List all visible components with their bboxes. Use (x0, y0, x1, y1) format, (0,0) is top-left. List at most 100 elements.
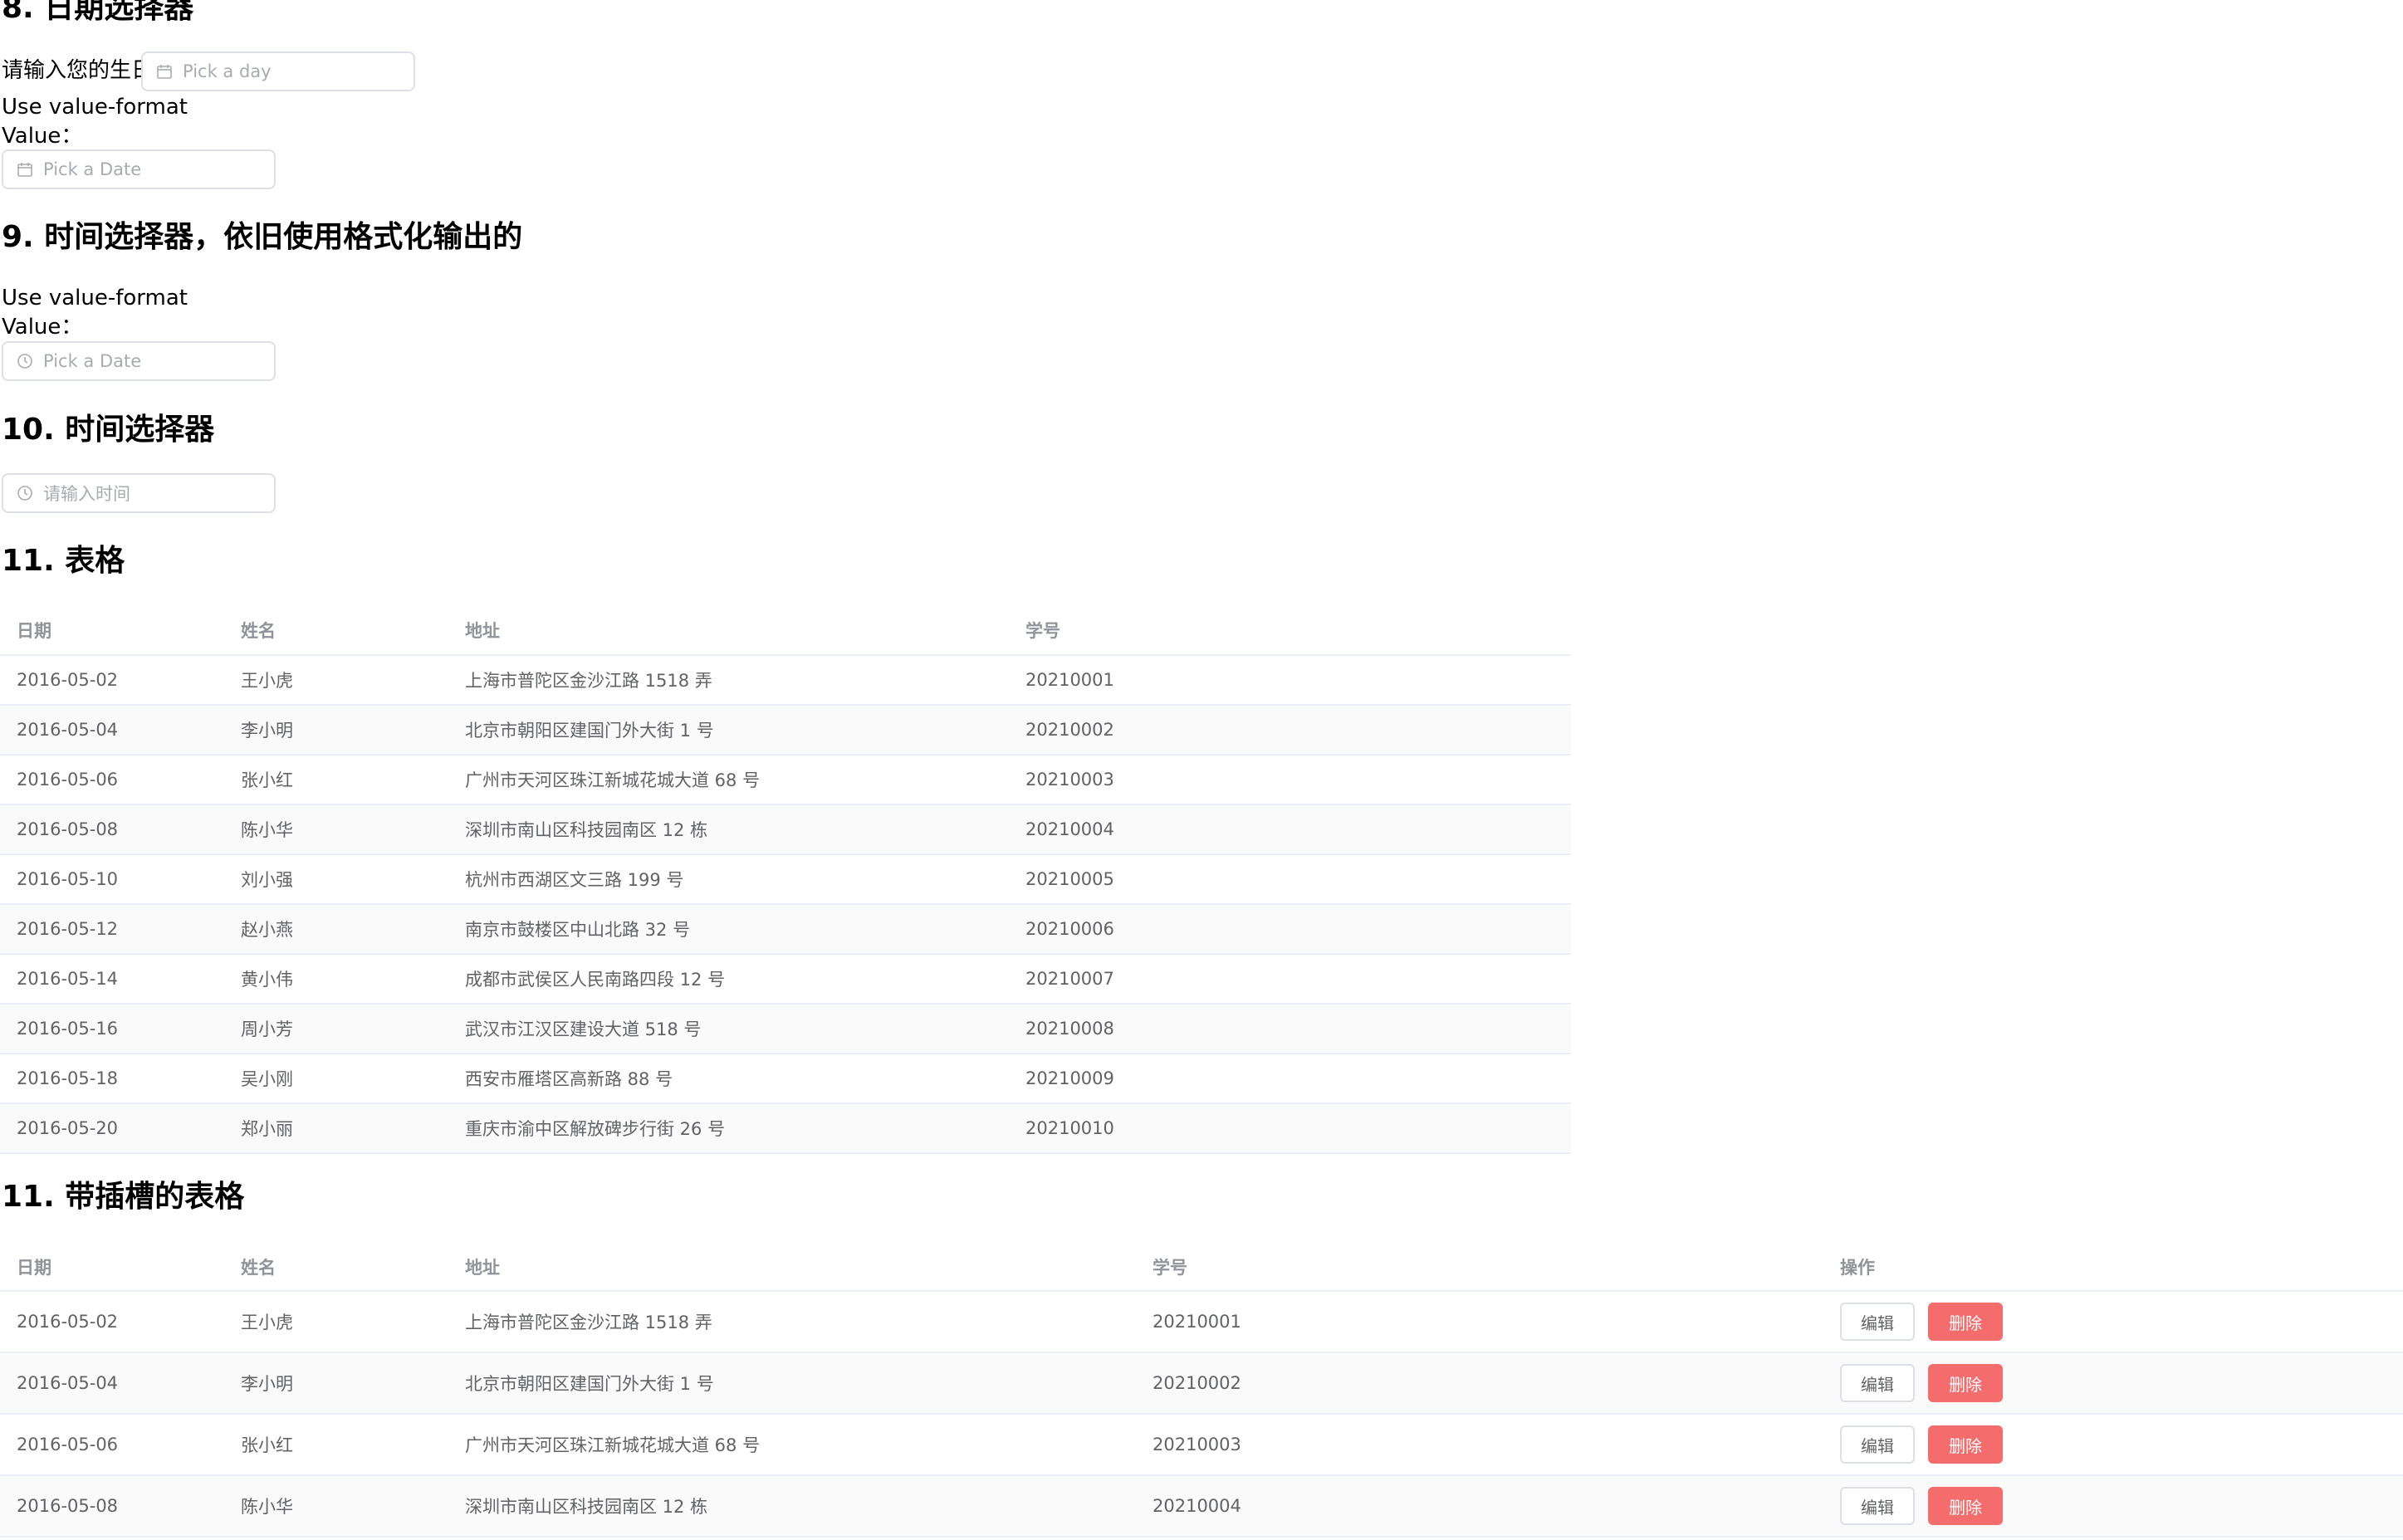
date-cell: 2016-05-06 (0, 1414, 224, 1476)
birthday-date-input[interactable]: Pick a day (141, 51, 415, 91)
date-input[interactable]: Pick a Date (2, 149, 276, 189)
actions-cell: 编辑 删除 (1823, 1352, 2403, 1415)
delete-button[interactable]: 删除 (1928, 1364, 2003, 1402)
formatted-time-placeholder: Pick a Date (43, 351, 142, 371)
address-cell: 南京市鼓楼区中山北路 32 号 (448, 904, 1009, 955)
birthday-placeholder: Pick a day (183, 61, 272, 81)
name-cell: 张小红 (224, 755, 448, 805)
student-id-cell: 20210002 (1009, 705, 1571, 755)
date-cell: 2016-05-04 (0, 1352, 224, 1415)
student-id-cell: 20210009 (1009, 1054, 1571, 1104)
clock-icon (17, 486, 32, 501)
address-cell: 杭州市西湖区文三路 199 号 (448, 854, 1009, 905)
edit-button[interactable]: 编辑 (1840, 1303, 1915, 1341)
address-cell: 深圳市南山区科技园南区 12 栋 (448, 1475, 1136, 1538)
address-cell: 深圳市南山区科技园南区 12 栋 (448, 804, 1009, 855)
address-cell: 北京市朝阳区建国门外大街 1 号 (448, 1352, 1136, 1415)
date-cell: 2016-05-06 (0, 755, 224, 805)
address-cell: 重庆市渝中区解放碑步行街 26 号 (448, 1103, 1009, 1154)
table-row: 2016-05-10 刘小强 杭州市西湖区文三路 199 号 20210005 (0, 854, 1571, 905)
section-9-title: 9. 时间选择器，依旧使用格式化输出的 (2, 220, 523, 254)
address-cell: 上海市普陀区金沙江路 1518 弄 (448, 1291, 1136, 1353)
table-header-row: 日期 姓名 地址 学号 操作 (0, 1244, 2403, 1292)
table-row: 2016-05-08 陈小华 深圳市南山区科技园南区 12 栋 20210004… (0, 1475, 2403, 1538)
table-header-row: 日期 姓名 地址 学号 (0, 606, 1571, 656)
name-cell: 李小明 (224, 705, 448, 755)
edit-button[interactable]: 编辑 (1840, 1487, 1915, 1525)
name-cell: 赵小燕 (224, 904, 448, 955)
address-cell: 武汉市江汉区建设大道 518 号 (448, 1004, 1009, 1054)
edit-button[interactable]: 编辑 (1840, 1425, 1915, 1464)
date-cell: 2016-05-08 (0, 1475, 224, 1538)
student-id-cell: 20210008 (1009, 1004, 1571, 1054)
time-input[interactable]: 请输入时间 (2, 473, 276, 513)
name-cell: 王小虎 (224, 655, 448, 706)
birthday-label: 请输入您的生日 (2, 58, 154, 83)
column-header: 日期 (0, 606, 224, 656)
date-cell: 2016-05-20 (0, 1103, 224, 1154)
date-placeholder: Pick a Date (43, 159, 142, 179)
value-format-label: Use value-format (2, 95, 188, 120)
column-header: 姓名 (224, 1244, 448, 1292)
time-placeholder: 请输入时间 (43, 484, 130, 504)
column-header: 学号 (1136, 1244, 1823, 1292)
date-cell: 2016-05-04 (0, 705, 224, 755)
column-header: 姓名 (224, 606, 448, 656)
clock-icon (17, 354, 32, 369)
name-cell: 周小芳 (224, 1004, 448, 1054)
name-cell: 吴小刚 (224, 1054, 448, 1104)
students-slot-table: 日期 姓名 地址 学号 操作 2016-05-02 王小虎 上海市普陀区金沙江路… (0, 1244, 2403, 1538)
student-id-cell: 20210005 (1009, 854, 1571, 905)
actions-cell: 编辑 删除 (1823, 1414, 2403, 1476)
column-header: 学号 (1009, 606, 1571, 656)
page: 8. 日期选择器 请输入您的生日 Pick a day Use value-fo… (0, 0, 2403, 1540)
student-id-cell: 20210001 (1009, 655, 1571, 706)
student-id-cell: 20210001 (1136, 1291, 1823, 1353)
delete-button[interactable]: 删除 (1928, 1303, 2003, 1341)
address-cell: 广州市天河区珠江新城花城大道 68 号 (448, 755, 1009, 805)
name-cell: 张小红 (224, 1414, 448, 1476)
table-row: 2016-05-06 张小红 广州市天河区珠江新城花城大道 68 号 20210… (0, 1414, 2403, 1476)
student-id-cell: 20210010 (1009, 1103, 1571, 1154)
name-cell: 陈小华 (224, 1475, 448, 1538)
table-row: 2016-05-02 王小虎 上海市普陀区金沙江路 1518 弄 2021000… (0, 1291, 2403, 1353)
student-id-cell: 20210002 (1136, 1352, 1823, 1415)
name-cell: 李小明 (224, 1352, 448, 1415)
address-cell: 成都市武侯区人民南路四段 12 号 (448, 954, 1009, 1005)
date-cell: 2016-05-18 (0, 1054, 224, 1104)
table-row: 2016-05-04 李小明 北京市朝阳区建国门外大街 1 号 20210002… (0, 1352, 2403, 1415)
date-cell: 2016-05-16 (0, 1004, 224, 1054)
address-cell: 上海市普陀区金沙江路 1518 弄 (448, 655, 1009, 706)
date-cell: 2016-05-02 (0, 655, 224, 706)
edit-button[interactable]: 编辑 (1840, 1364, 1915, 1402)
actions-cell: 编辑 删除 (1823, 1291, 2403, 1353)
student-id-cell: 20210004 (1009, 804, 1571, 855)
student-id-cell: 20210003 (1009, 755, 1571, 805)
address-cell: 北京市朝阳区建国门外大街 1 号 (448, 705, 1009, 755)
name-cell: 黄小伟 (224, 954, 448, 1005)
student-id-cell: 20210007 (1009, 954, 1571, 1005)
address-cell: 广州市天河区珠江新城花城大道 68 号 (448, 1414, 1136, 1476)
student-id-cell: 20210006 (1009, 904, 1571, 955)
delete-button[interactable]: 删除 (1928, 1487, 2003, 1525)
table-row: 2016-05-14 黄小伟 成都市武侯区人民南路四段 12 号 2021000… (0, 954, 1571, 1005)
column-header: 操作 (1823, 1244, 2403, 1292)
formatted-time-input[interactable]: Pick a Date (2, 341, 276, 381)
date-cell: 2016-05-12 (0, 904, 224, 955)
section-11-title: 11. 表格 (2, 544, 125, 578)
table-row: 2016-05-18 吴小刚 西安市雁塔区高新路 88 号 20210009 (0, 1054, 1571, 1104)
student-id-cell: 20210003 (1136, 1414, 1823, 1476)
delete-button[interactable]: 删除 (1928, 1425, 2003, 1464)
value-label-2: Value： (2, 315, 83, 340)
date-cell: 2016-05-02 (0, 1291, 224, 1353)
date-cell: 2016-05-14 (0, 954, 224, 1005)
table-row: 2016-05-06 张小红 广州市天河区珠江新城花城大道 68 号 20210… (0, 755, 1571, 805)
actions-cell: 编辑 删除 (1823, 1475, 2403, 1538)
value-label: Value： (2, 124, 83, 149)
section-11-slot-title: 11. 带插槽的表格 (2, 1180, 245, 1214)
table-row: 2016-05-08 陈小华 深圳市南山区科技园南区 12 栋 20210004 (0, 804, 1571, 855)
name-cell: 刘小强 (224, 854, 448, 905)
calendar-icon (17, 163, 32, 177)
value-format-label-2: Use value-format (2, 286, 188, 310)
students-table: 日期 姓名 地址 学号 2016-05-02 王小虎 上海市普陀区金沙江路 15… (0, 606, 1571, 1154)
